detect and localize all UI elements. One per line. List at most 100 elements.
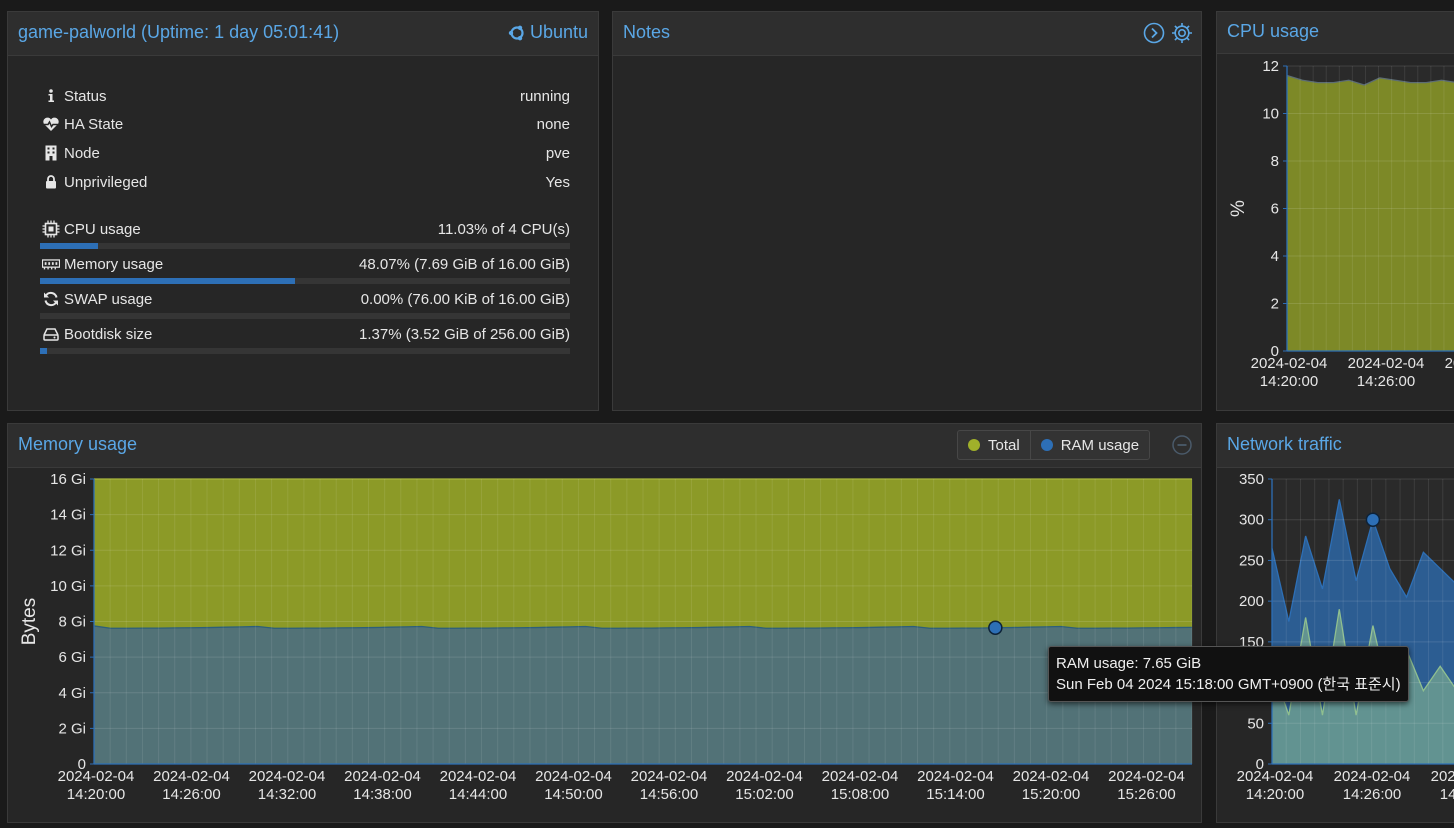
y-tick-label: 6 Gi <box>58 649 86 666</box>
y-tick-label: 4 Gi <box>58 685 86 702</box>
x-tick-label: 2024-02-04 <box>631 768 708 785</box>
x-tick-label: 2024-02-04 <box>1334 768 1411 785</box>
y-tick-label: 8 Gi <box>58 614 86 631</box>
bootdisk-size-bar <box>40 348 570 354</box>
os-label-text: Ubuntu <box>529 22 588 42</box>
y-tick-label: 8 <box>1271 153 1279 170</box>
chart-legend: Total RAM usage <box>957 430 1151 460</box>
y-axis-title: % <box>1228 200 1249 217</box>
x-tick-label: 14:20:00 <box>1260 373 1318 390</box>
memory-usage-bar <box>40 278 570 284</box>
heartbeat-icon <box>42 115 60 133</box>
legend-item-total[interactable]: Total <box>958 431 1030 459</box>
memory-usage-value: 48.07% (7.69 GiB of 16.00 GiB) <box>359 256 570 273</box>
node-label: Node <box>64 145 100 162</box>
x-tick-label: 15:08:00 <box>831 786 889 803</box>
cpu-usage-bar <box>40 243 570 249</box>
x-tick-label: 2024-02-04 <box>1013 768 1090 785</box>
x-tick-label: 2024-02-04 <box>917 768 994 785</box>
collapse-icon[interactable] <box>1172 435 1192 459</box>
unprivileged-label: Unprivileged <box>64 174 148 191</box>
x-tick-label: 2024-02-04 <box>535 768 612 785</box>
x-tick-label: 2024-02-04 <box>822 768 899 785</box>
cpu-usage-value: 11.03% of 4 CPU(s) <box>437 221 570 238</box>
ha-state-label: HA State <box>64 116 124 133</box>
x-tick-label: 14:20:00 <box>1246 786 1304 803</box>
x-tick-label: 14:26:00 <box>1357 373 1415 390</box>
series-area <box>1287 75 1454 351</box>
y-tick-label: 200 <box>1239 593 1264 610</box>
notes-header: Notes <box>613 12 1201 56</box>
highlight-point <box>1365 512 1381 527</box>
y-tick-label: 50 <box>1247 715 1264 732</box>
y-tick-label: 2 <box>1271 296 1279 313</box>
x-tick-label: 14:26:00 <box>1343 786 1401 803</box>
cpu-usage-bar-fill <box>40 243 99 249</box>
tooltip-value: RAM usage: 7.65 GiB <box>1056 655 1202 672</box>
memory-usage-panel: Memory usage Total RAM usage 02 Gi 4 Gi 6 … <box>7 423 1202 823</box>
bootdisk-size-label: Bootdisk size <box>64 326 153 343</box>
y-tick-label: 4 <box>1271 248 1279 265</box>
x-tick-label: 2024-02-04 <box>1251 355 1328 372</box>
cpu-usage-panel: CPU usage 0 2 4 6 8 10 12 2024-02-04 14:20:00 202… <box>1216 11 1454 411</box>
memory-usage-bar-fill <box>40 278 295 284</box>
y-tick-label: 12 Gi <box>50 542 86 559</box>
node-row: Node pve <box>42 143 570 167</box>
summary-title: game-palworld (Uptime: 1 day 05:01:41) <box>18 22 340 42</box>
y-tick-label: 10 <box>1262 106 1279 123</box>
swap-usage-row: SWAP usage 0.00% (76.00 KiB of 16.00 GiB… <box>42 289 570 313</box>
x-tick-label: 15:14:00 <box>926 786 984 803</box>
y-tick-label: 10 Gi <box>50 578 86 595</box>
memory-icon <box>42 255 60 273</box>
x-tick-label: 14:20:00 <box>67 786 125 803</box>
y-axis-title: Bytes <box>19 598 40 646</box>
legend-dot-total <box>968 439 980 451</box>
cpu-usage-label: CPU usage <box>64 221 141 238</box>
y-tick-label: 12 <box>1262 58 1279 75</box>
info-icon <box>42 87 60 105</box>
notes-panel: Notes <box>612 11 1202 411</box>
hdd-icon <box>42 325 60 343</box>
x-tick-label: 2024-02-04 <box>344 768 421 785</box>
legend-dot-ram-usage <box>1040 439 1053 451</box>
memory-usage-chart: 02 Gi4 Gi6 Gi8 Gi10 Gi12 Gi14 Gi16 Gi202… <box>19 471 1193 803</box>
cpu-icon <box>42 220 60 238</box>
cpu-usage-chart: 0246810122024-02-0414:20:002024-02-0414:… <box>1228 58 1454 390</box>
network-panel-header: Network traffic <box>1217 424 1454 468</box>
cpu-panel-header: CPU usage <box>1217 12 1454 54</box>
ha-state-row: HA State none <box>42 114 570 138</box>
unprivileged-value: Yes <box>545 174 570 191</box>
x-tick-label: 2024-02-04 <box>726 768 803 785</box>
x-tick-label: 15:20:00 <box>1022 786 1080 803</box>
notes-title: Notes <box>623 22 671 42</box>
expand-icon[interactable] <box>1143 22 1165 48</box>
ubuntu-icon <box>508 25 524 40</box>
legend-label-ram-usage: RAM usage <box>1060 436 1140 454</box>
gear-icon[interactable] <box>1171 22 1193 48</box>
highlight-point <box>988 620 1003 635</box>
lock-icon <box>42 173 60 191</box>
x-tick-label: 2024-02-04 <box>1348 355 1425 372</box>
tooltip-timestamp: Sun Feb 04 2024 15:18:00 GMT+0900 (한국 표준… <box>1056 676 1401 693</box>
bootdisk-size-value: 1.37% (3.52 GiB of 256.00 GiB) <box>359 326 570 343</box>
bootdisk-size-bar-fill <box>40 348 48 354</box>
refresh-icon <box>42 290 60 308</box>
network-traffic-panel: Network traffic 050100150200250300350202… <box>1216 423 1454 823</box>
x-tick-label: 2024-02-04 <box>1445 355 1454 372</box>
status-label: Status <box>64 88 107 105</box>
x-tick-label: 2024-02-04 <box>1431 768 1454 785</box>
x-tick-label: 14:44:00 <box>449 786 507 803</box>
legend-item-ram-usage[interactable]: RAM usage <box>1029 431 1149 459</box>
status-value: running <box>519 88 570 105</box>
swap-usage-label: SWAP usage <box>64 291 153 308</box>
unprivileged-row: Unprivileged Yes <box>42 172 570 196</box>
swap-usage-value: 0.00% (76.00 KiB of 16.00 GiB) <box>360 291 570 308</box>
x-tick-label: 2024-02-04 <box>440 768 517 785</box>
x-tick-label: 15:26:00 <box>1117 786 1175 803</box>
summary-header: game-palworld (Uptime: 1 day 05:01:41) U… <box>8 12 598 56</box>
x-tick-label: 2024-02-04 <box>1108 768 1185 785</box>
ha-state-value: none <box>536 116 570 133</box>
chart-tooltip: RAM usage: 7.65 GiB Sun Feb 04 2024 15:1… <box>1048 646 1409 702</box>
memory-usage-label: Memory usage <box>64 256 164 273</box>
os-label[interactable]: Ubuntu <box>508 22 588 43</box>
